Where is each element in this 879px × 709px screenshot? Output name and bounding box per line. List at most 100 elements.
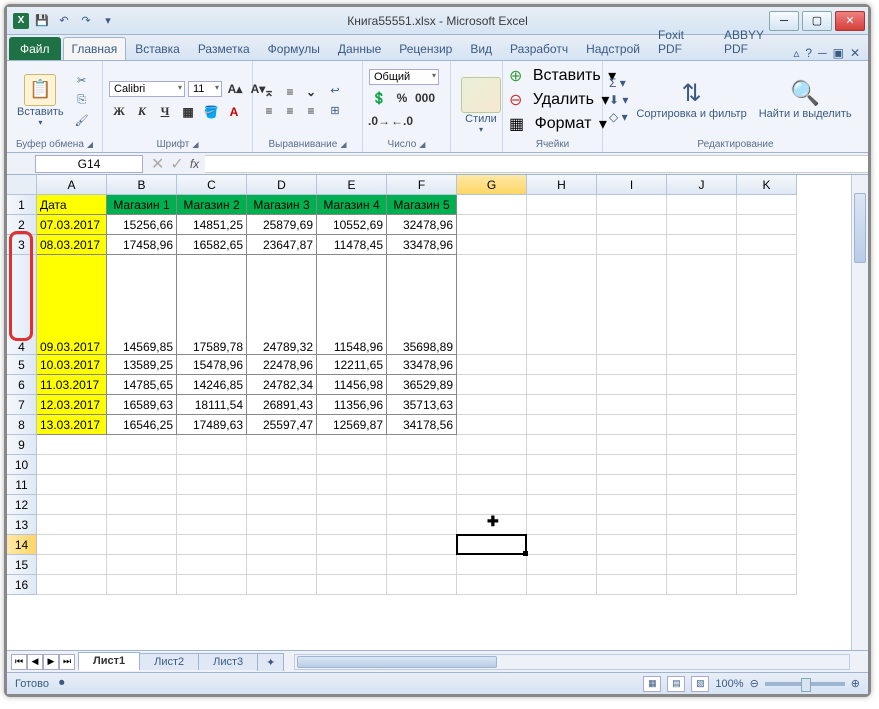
row-header-15[interactable]: 15 xyxy=(7,555,37,575)
cell-G2[interactable] xyxy=(457,215,527,235)
cell-H1[interactable] xyxy=(527,195,597,215)
merge-cells[interactable]: ⊞ xyxy=(325,101,345,119)
cell-A11[interactable] xyxy=(37,475,107,495)
row-header-7[interactable]: 7 xyxy=(7,395,37,415)
cell-D12[interactable] xyxy=(247,495,317,515)
align-right[interactable]: ≡ xyxy=(301,101,321,121)
fx-icon[interactable]: fx xyxy=(190,157,199,171)
row-header-1[interactable]: 1 xyxy=(7,195,37,215)
macro-record-icon[interactable]: ⏺ xyxy=(59,677,65,690)
cell-K4[interactable] xyxy=(737,255,797,355)
styles-button[interactable]: Стили▾ xyxy=(457,75,505,136)
number-launcher[interactable]: ◢ xyxy=(419,140,425,149)
tab-first[interactable]: ⏮ xyxy=(11,654,27,670)
cell-F9[interactable] xyxy=(387,435,457,455)
cell-G9[interactable] xyxy=(457,435,527,455)
cell-E5[interactable]: 12211,65 xyxy=(317,355,387,375)
cell-E16[interactable] xyxy=(317,575,387,595)
cell-G14[interactable] xyxy=(457,535,527,555)
cell-G7[interactable] xyxy=(457,395,527,415)
col-header-E[interactable]: E xyxy=(317,175,387,195)
cell-D7[interactable]: 26891,43 xyxy=(247,395,317,415)
cell-I1[interactable] xyxy=(597,195,667,215)
cell-F3[interactable]: 33478,96 xyxy=(387,235,457,255)
col-header-I[interactable]: I xyxy=(597,175,667,195)
cell-A1[interactable]: Дата xyxy=(37,195,107,215)
col-header-J[interactable]: J xyxy=(667,175,737,195)
align-middle[interactable]: ≡ xyxy=(280,82,300,102)
cell-A15[interactable] xyxy=(37,555,107,575)
row-header-4[interactable]: 4 xyxy=(7,255,37,355)
cell-A3[interactable]: 08.03.2017 xyxy=(37,235,107,255)
cell-F15[interactable] xyxy=(387,555,457,575)
formula-input[interactable] xyxy=(205,155,868,173)
cell-K14[interactable] xyxy=(737,535,797,555)
cell-K2[interactable] xyxy=(737,215,797,235)
row-header-11[interactable]: 11 xyxy=(7,475,37,495)
cell-A9[interactable] xyxy=(37,435,107,455)
cell-K15[interactable] xyxy=(737,555,797,575)
cell-B4[interactable]: 14569,85 xyxy=(107,255,177,355)
cell-A2[interactable]: 07.03.2017 xyxy=(37,215,107,235)
cell-G10[interactable] xyxy=(457,455,527,475)
align-bottom[interactable]: ⌄ xyxy=(301,82,321,102)
tab-last[interactable]: ⏭ xyxy=(59,654,75,670)
cell-C16[interactable] xyxy=(177,575,247,595)
cell-B2[interactable]: 15256,66 xyxy=(107,215,177,235)
cell-B9[interactable] xyxy=(107,435,177,455)
grow-font[interactable]: A▴ xyxy=(225,79,245,99)
cell-B5[interactable]: 13589,25 xyxy=(107,355,177,375)
cell-E3[interactable]: 11478,45 xyxy=(317,235,387,255)
align-center[interactable]: ≡ xyxy=(280,101,300,121)
cell-D15[interactable] xyxy=(247,555,317,575)
cell-A6[interactable]: 11.03.2017 xyxy=(37,375,107,395)
col-header-G[interactable]: G xyxy=(457,175,527,195)
cell-B3[interactable]: 17458,96 xyxy=(107,235,177,255)
cell-D14[interactable] xyxy=(247,535,317,555)
col-header-A[interactable]: A xyxy=(37,175,107,195)
cell-G6[interactable] xyxy=(457,375,527,395)
zoom-out[interactable]: ⊖ xyxy=(750,677,759,690)
cell-K16[interactable] xyxy=(737,575,797,595)
cell-K8[interactable] xyxy=(737,415,797,435)
select-all-corner[interactable] xyxy=(7,175,37,195)
cell-E13[interactable] xyxy=(317,515,387,535)
sheet-tab-1[interactable]: Лист1 xyxy=(78,652,140,671)
alignment-launcher[interactable]: ◢ xyxy=(340,140,346,149)
cell-K11[interactable] xyxy=(737,475,797,495)
cell-C15[interactable] xyxy=(177,555,247,575)
cell-E10[interactable] xyxy=(317,455,387,475)
cell-H12[interactable] xyxy=(527,495,597,515)
cells-insert[interactable]: ⊕ Вставить ▾ xyxy=(509,66,616,86)
qat-more[interactable]: ▾ xyxy=(99,12,117,30)
cell-J16[interactable] xyxy=(667,575,737,595)
cell-A7[interactable]: 12.03.2017 xyxy=(37,395,107,415)
cell-H7[interactable] xyxy=(527,395,597,415)
redo-button[interactable]: ↷ xyxy=(77,12,95,30)
name-box[interactable]: G14 xyxy=(35,155,143,173)
cell-H14[interactable] xyxy=(527,535,597,555)
cell-G8[interactable] xyxy=(457,415,527,435)
cell-I10[interactable] xyxy=(597,455,667,475)
cell-G5[interactable] xyxy=(457,355,527,375)
cell-I9[interactable] xyxy=(597,435,667,455)
row-header-9[interactable]: 9 xyxy=(7,435,37,455)
cell-E2[interactable]: 10552,69 xyxy=(317,215,387,235)
cell-J15[interactable] xyxy=(667,555,737,575)
cell-B11[interactable] xyxy=(107,475,177,495)
close-button[interactable]: ✕ xyxy=(835,11,865,31)
cell-J2[interactable] xyxy=(667,215,737,235)
row-header-2[interactable]: 2 xyxy=(7,215,37,235)
cell-C12[interactable] xyxy=(177,495,247,515)
cell-B12[interactable] xyxy=(107,495,177,515)
view-layout[interactable]: ▤ xyxy=(667,676,685,692)
italic-button[interactable]: К xyxy=(132,102,152,122)
cell-K1[interactable] xyxy=(737,195,797,215)
cell-E7[interactable]: 11356,96 xyxy=(317,395,387,415)
tab-home[interactable]: Главная xyxy=(63,37,127,60)
cell-J13[interactable] xyxy=(667,515,737,535)
cell-D8[interactable]: 25597,47 xyxy=(247,415,317,435)
cell-E15[interactable] xyxy=(317,555,387,575)
cell-C13[interactable] xyxy=(177,515,247,535)
undo-button[interactable]: ↶ xyxy=(55,12,73,30)
